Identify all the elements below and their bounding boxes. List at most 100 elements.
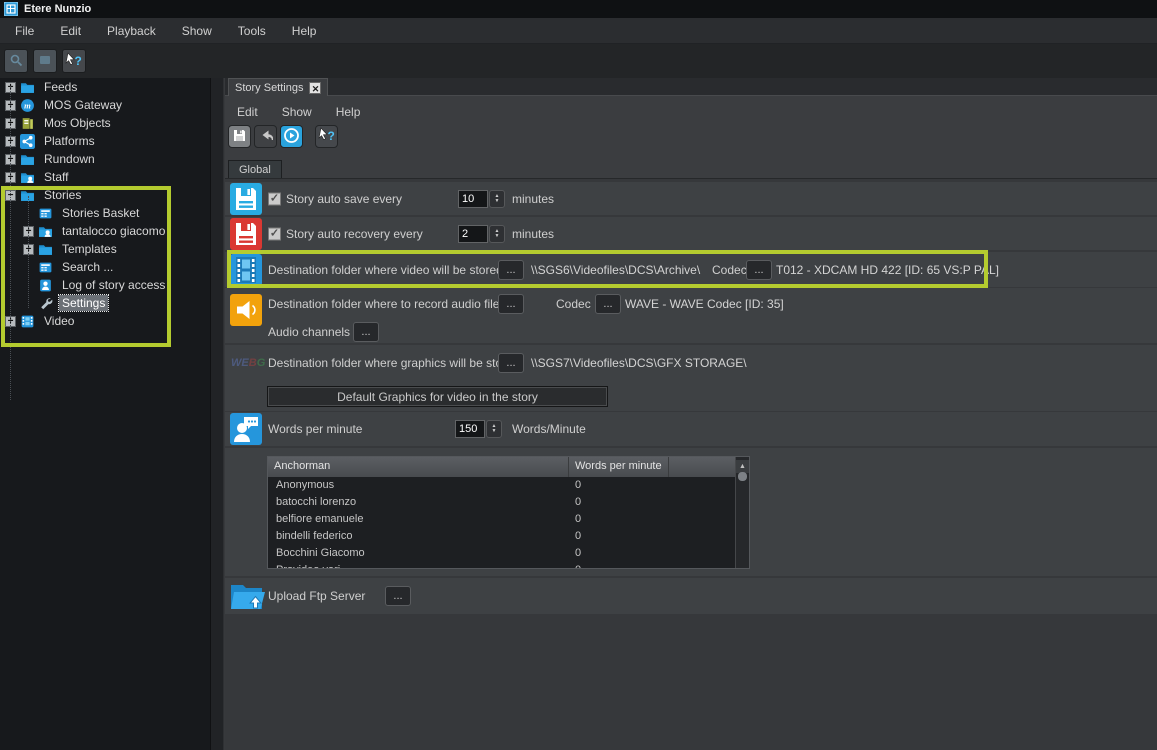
table-row[interactable]: batocchi lorenzo0 (268, 494, 749, 511)
sidebar-item-label: Log of story access (59, 277, 168, 293)
sidebar-item-log-of-story-access[interactable]: +Log of story access (0, 276, 210, 294)
spinner-arrows[interactable]: ▲▼ (489, 190, 505, 208)
save-button[interactable] (228, 125, 251, 148)
menu-tools[interactable]: Tools (225, 20, 279, 42)
sidebar-item-label: Mos Objects (41, 115, 114, 131)
ftp-browse-button[interactable]: ... (385, 586, 411, 606)
table-column-header[interactable]: Anchorman (268, 457, 569, 477)
panel-menu-help[interactable]: Help (324, 103, 373, 121)
table-row[interactable]: belfiore emanuele0 (268, 511, 749, 528)
scroll-down-icon[interactable]: ▼ (749, 555, 750, 568)
table-row[interactable]: Bocchini Giacomo0 (268, 545, 749, 562)
table-row[interactable]: Provideo vari0 (268, 562, 749, 569)
video-codec-browse-button[interactable]: ... (746, 260, 772, 280)
grid-icon (38, 260, 53, 275)
folder-icon (38, 242, 53, 257)
tab-story-settings[interactable]: Story Settings ✕ (228, 78, 328, 96)
menu-playback[interactable]: Playback (94, 20, 169, 42)
sidebar-item-stories-basket[interactable]: +Stories Basket (0, 204, 210, 222)
audio-channels-browse-button[interactable]: ... (353, 322, 379, 342)
row-audio-destination: Destination folder where to record audio… (225, 288, 1157, 343)
row-anchorman-table: AnchormanWords per minute Anonymous0bato… (225, 448, 1157, 576)
sidebar-item-mos-objects[interactable]: +Mos Objects (0, 114, 210, 132)
sidebar-item-rundown[interactable]: +Rundown (0, 150, 210, 168)
audio-codec-browse-button[interactable]: ... (595, 294, 621, 314)
graphics-destination-path: \\SGS7\Videofiles\DCS\GFX STORAGE\ (531, 356, 747, 370)
sidebar-scrollbar[interactable] (210, 78, 224, 750)
spinner-arrows[interactable]: ▲▼ (489, 225, 505, 243)
menu-show[interactable]: Show (169, 20, 225, 42)
sidebar-item-label: Stories Basket (59, 205, 142, 221)
menu-edit[interactable]: Edit (47, 20, 94, 42)
audio-codec-value: WAVE - WAVE Codec [ID: 35] (625, 297, 784, 311)
spin-down-icon[interactable]: ▼ (495, 199, 500, 204)
panel-menu-show[interactable]: Show (270, 103, 324, 121)
toolbar-disabled-button-1[interactable] (4, 49, 28, 73)
grid-icon (38, 206, 53, 221)
tab-global[interactable]: Global (228, 160, 282, 179)
tree-guide-line (28, 196, 29, 308)
toolbar-disabled-button-2[interactable] (33, 49, 57, 73)
sidebar-item-video[interactable]: +Video (0, 312, 210, 330)
help-cursor-icon: ? (65, 52, 83, 71)
table-row[interactable]: bindelli federico0 (268, 528, 749, 545)
wpm-value-cell: 0 (569, 545, 669, 562)
sidebar-item-mos-gateway[interactable]: +mMOS Gateway (0, 96, 210, 114)
sidebar-item-label: MOS Gateway (41, 97, 125, 113)
sidebar-item-feeds[interactable]: +Feeds (0, 78, 210, 96)
menu-help[interactable]: Help (279, 20, 330, 42)
scrollbar-thumb[interactable] (738, 472, 747, 481)
sidebar-item-stories[interactable]: −Stories (0, 186, 210, 204)
undo-button[interactable] (254, 125, 277, 148)
panel-help-button[interactable]: ? (315, 125, 338, 148)
tab-close-icon[interactable]: ✕ (309, 82, 321, 94)
auto-save-checkbox[interactable]: ✓ (268, 192, 281, 205)
svg-text:m: m (24, 100, 31, 110)
help-cursor-icon: ? (318, 127, 336, 146)
auto-save-value-input[interactable]: 10 (458, 190, 488, 208)
wpm-value-cell (669, 494, 723, 511)
menu-file[interactable]: File (2, 20, 47, 42)
video-destination-browse-button[interactable]: ... (498, 260, 524, 280)
anchorman-name-cell: belfiore emanuele (268, 511, 569, 528)
anchorman-name-cell: Bocchini Giacomo (268, 545, 569, 562)
table-row[interactable]: Anonymous0 (268, 477, 749, 494)
sidebar-item-tantalocco-giacomo[interactable]: +tantalocco giacomo (0, 222, 210, 240)
wpm-value-input[interactable]: 150 (455, 420, 485, 438)
mos-icon: m (20, 98, 35, 113)
sidebar-item-search[interactable]: +Search ... (0, 258, 210, 276)
graphics-destination-browse-button[interactable]: ... (498, 353, 524, 373)
sidebar-item-platforms[interactable]: +Platforms (0, 132, 210, 150)
anchorman-speech-icon (230, 413, 262, 445)
run-button[interactable] (280, 125, 303, 148)
speaker-icon (230, 294, 262, 326)
wpm-value-cell: 0 (569, 528, 669, 545)
user-icon (38, 278, 53, 293)
sidebar-item-label: Feeds (41, 79, 80, 95)
panel-menu-edit[interactable]: Edit (225, 103, 270, 121)
sidebar-item-settings[interactable]: +Settings (0, 294, 210, 312)
spin-down-icon[interactable]: ▼ (495, 234, 500, 239)
sidebar-item-label: Stories (41, 187, 84, 203)
auto-recovery-checkbox[interactable]: ✓ (268, 227, 281, 240)
spin-down-icon[interactable]: ▼ (492, 429, 497, 434)
filmstrip-icon (230, 254, 262, 286)
table-column-header[interactable]: Words per minute (569, 457, 669, 477)
ftp-label: Upload Ftp Server (268, 589, 365, 603)
auto-recovery-label: Story auto recovery every (286, 227, 423, 241)
auto-recovery-spinner: 2 ▲▼ (458, 225, 505, 243)
spinner-arrows[interactable]: ▲▼ (486, 420, 502, 438)
svg-text:?: ? (75, 54, 82, 68)
table-scrollbar[interactable]: ▲ ▼ (735, 457, 749, 568)
sidebar-item-templates[interactable]: +Templates (0, 240, 210, 258)
share-icon (20, 134, 35, 149)
auto-save-unit: minutes (512, 192, 554, 206)
auto-recovery-value-input[interactable]: 2 (458, 225, 488, 243)
context-help-button[interactable]: ? (62, 49, 86, 73)
folder-icon (20, 80, 35, 95)
audio-destination-browse-button[interactable]: ... (498, 294, 524, 314)
table-column-header[interactable] (669, 457, 723, 477)
default-graphics-button[interactable]: Default Graphics for video in the story (267, 386, 608, 407)
sidebar-item-staff[interactable]: +Staff (0, 168, 210, 186)
wpm-unit: Words/Minute (512, 422, 586, 436)
